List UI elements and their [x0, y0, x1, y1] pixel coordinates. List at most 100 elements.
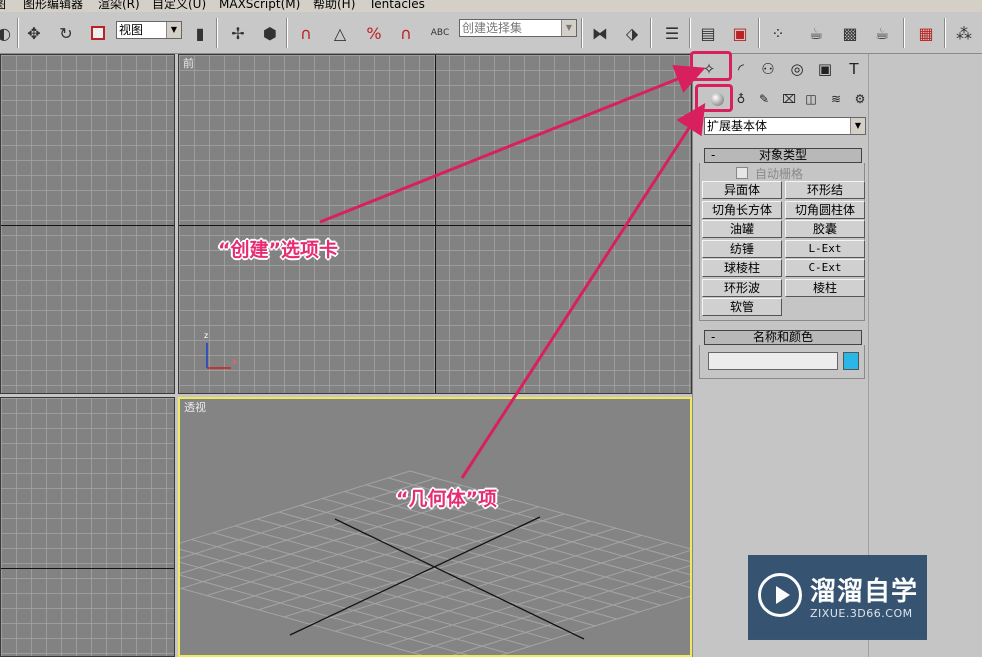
viewport-front[interactable]: 前 z x [178, 54, 692, 394]
select-link-icon[interactable]: ◐ [0, 21, 16, 45]
keyboard-shortcut-icon[interactable]: ⬢ [258, 21, 282, 45]
viewport-top[interactable] [0, 54, 175, 394]
object-type-title: 对象类型 [758, 148, 807, 162]
hose-button[interactable]: 软管 [702, 298, 782, 316]
menu-item-cut[interactable]: 图 [0, 0, 6, 11]
helpers-icon[interactable]: ◫ [801, 89, 821, 109]
name-color-rollout-header[interactable]: - 名称和颜色 [704, 330, 862, 345]
hedra-button[interactable]: 异面体 [702, 181, 782, 199]
select-manipulate-icon[interactable]: ✢ [226, 21, 250, 45]
teapot-icon[interactable]: ☕ [870, 21, 894, 45]
menu-item-graph-editors[interactable]: 图形编辑器 [23, 0, 83, 11]
hierarchy-tab-icon[interactable]: ⚇ [756, 58, 780, 80]
pivot-center-icon[interactable]: ▮ [188, 21, 212, 45]
name-color-title: 名称和颜色 [752, 330, 813, 344]
geometry-annotation: “几何体”项 [396, 488, 497, 510]
viewport-perspective[interactable]: 透视 [178, 397, 692, 657]
grid-toolbar-icon[interactable]: ▦ [914, 21, 938, 45]
toolbar-separator [689, 18, 691, 48]
toolbar-separator [758, 18, 760, 48]
extras-icon[interactable]: ⁂ [952, 21, 976, 45]
toolbar-separator [581, 18, 583, 48]
rotate-icon[interactable]: ↻ [54, 21, 78, 45]
menu-item-help[interactable]: 帮助(H) [313, 0, 355, 11]
utilities-tab-icon[interactable]: T [842, 58, 866, 80]
grid-line [256, 518, 618, 620]
spinner-snap-icon[interactable]: ∩ [394, 21, 418, 45]
grid-line [335, 534, 642, 632]
collapse-icon: - [711, 330, 716, 344]
grid-line [180, 548, 530, 647]
prism-button[interactable]: 棱柱 [785, 279, 865, 297]
torus-knot-button[interactable]: 环形结 [785, 181, 865, 199]
percent-snap-icon[interactable]: % [362, 21, 386, 45]
gengon-button[interactable]: 球棱柱 [702, 259, 782, 277]
chamfer-cylinder-button[interactable]: 切角圆柱体 [785, 201, 865, 219]
shapes-icon[interactable]: ♁ [731, 89, 751, 109]
toolbar-separator [286, 18, 288, 48]
category-dropdown[interactable]: 扩展基本体 ▼ [704, 117, 866, 135]
ringwave-button[interactable]: 环形波 [702, 279, 782, 297]
align-icon[interactable]: ⬗ [620, 21, 644, 45]
mirror-icon[interactable]: ⧓ [588, 21, 612, 45]
c-ext-button[interactable]: C-Ext [785, 259, 865, 277]
viewport-label[interactable]: 前 [183, 55, 194, 71]
material-editor-icon[interactable]: ⁘ [766, 21, 790, 45]
menu-item-rendering[interactable]: 渲染(R) [98, 0, 140, 11]
menu-item-maxscript[interactable]: MAXScript(M) [219, 0, 300, 11]
edit-named-selection-icon[interactable]: ABC [428, 21, 452, 45]
spindle-button[interactable]: 纺锤 [702, 240, 782, 258]
chamfer-box-button[interactable]: 切角长方体 [702, 201, 782, 219]
scale-icon[interactable] [86, 21, 110, 45]
toolbar-separator [650, 18, 652, 48]
create-tab-highlight [690, 51, 732, 81]
grid-line [386, 549, 690, 647]
capsule-button[interactable]: 胶囊 [785, 220, 865, 238]
name-color-rollout-body [699, 345, 865, 379]
reference-coordinate-dropdown[interactable]: 视图 ▼ [116, 21, 182, 39]
menu-item-customize[interactable]: 自定义(U) [152, 0, 206, 11]
layers-icon[interactable]: ☰ [660, 21, 684, 45]
snap-3d-icon[interactable]: ∩ [294, 21, 318, 45]
l-ext-button[interactable]: L-Ext [785, 240, 865, 258]
object-color-swatch[interactable] [843, 352, 859, 370]
named-selection-set-dropdown[interactable]: 创建选择集 ▼ [459, 19, 577, 37]
oil-tank-button[interactable]: 油罐 [702, 220, 782, 238]
geometry-highlight [695, 84, 733, 112]
grid-axis-line [1, 225, 174, 226]
lights-icon[interactable]: ✎ [754, 89, 774, 109]
toolbar-separator [944, 18, 946, 48]
cameras-icon[interactable]: ⌧ [779, 89, 799, 109]
named-selection-set-placeholder: 创建选择集 [462, 21, 523, 35]
perspective-grid [180, 470, 690, 655]
object-type-rollout-header[interactable]: - 对象类型 [704, 148, 862, 163]
viewport-left[interactable] [0, 397, 175, 657]
create-tab-annotation: “创建”选项卡 [218, 239, 338, 261]
grid-axis-line [1, 568, 174, 569]
category-value: 扩展基本体 [707, 119, 768, 133]
modify-tab-icon[interactable]: ◜ [729, 58, 753, 80]
grid-line [500, 595, 690, 655]
render-setup-icon[interactable]: ☕ [804, 21, 828, 45]
toolbar-separator [216, 18, 218, 48]
main-toolbar: ◐ ✥ ↻ 视图 ▼ ▮ ✢ ⬢ ∩ △ % ∩ ABC 创建选择集 ▼ ⧓ ⬗… [0, 12, 982, 54]
menu-item-tentacles[interactable]: Tentacles [369, 0, 425, 11]
motion-tab-icon[interactable]: ◎ [785, 58, 809, 80]
schematic-icon[interactable]: ▣ [728, 21, 752, 45]
watermark-title: 溜溜自学 [810, 577, 919, 607]
spacewarps-icon[interactable]: ≋ [826, 89, 846, 109]
curve-editor-icon[interactable]: ▤ [696, 21, 720, 45]
autogrid-checkbox[interactable] [736, 167, 748, 179]
object-name-field[interactable] [708, 352, 838, 370]
render-frame-icon[interactable]: ▩ [838, 21, 862, 45]
play-logo-icon [758, 573, 802, 617]
systems-icon[interactable]: ⚙ [850, 89, 870, 109]
move-icon[interactable]: ✥ [22, 21, 46, 45]
menu-bar: 图 图形编辑器 渲染(R) 自定义(U) MAXScript(M) 帮助(H) … [0, 0, 982, 12]
angle-snap-icon[interactable]: △ [328, 21, 352, 45]
chevron-down-icon: ▼ [166, 22, 181, 38]
autogrid-label: 自动栅格 [755, 167, 804, 181]
axis-z-label: z [204, 331, 209, 340]
display-tab-icon[interactable]: ▣ [813, 58, 837, 80]
object-type-rollout-body: 自动栅格 异面体 环形结 切角长方体 切角圆柱体 油罐 胶囊 纺锤 L-Ext … [699, 163, 865, 321]
